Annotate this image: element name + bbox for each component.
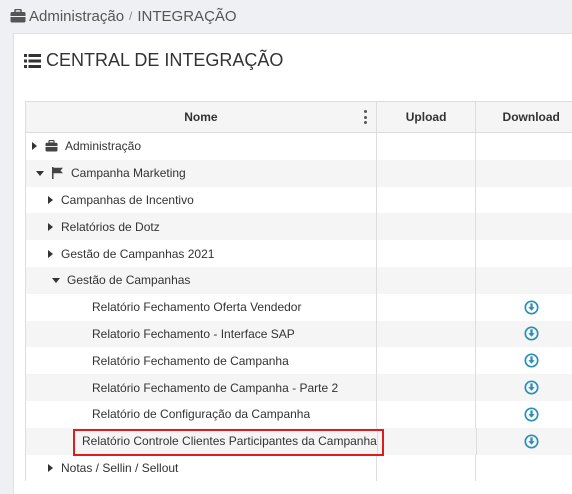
cell-name: Relatório Fechamento de Campanha - Parte…	[26, 374, 377, 401]
row-label: Relatório de Configuração da Campanha	[92, 407, 311, 422]
flag-icon	[52, 167, 63, 180]
cell-download	[476, 321, 572, 348]
breadcrumb-separator: /	[129, 9, 133, 23]
table-row[interactable]: Gestão de Campanhas	[26, 266, 572, 294]
row-label: Notas / Sellin / Sellout	[61, 460, 179, 475]
table-row[interactable]: Relatório de Configuração da Campanha	[26, 400, 572, 428]
cell-download	[476, 187, 572, 214]
cell-name: Relatório Fechamento de Campanha	[26, 347, 377, 375]
content-panel: CENTRAL DE INTEGRAÇÃO Nome Upload Downlo…	[13, 33, 572, 494]
cell-upload	[377, 240, 477, 267]
cell-name: Gestão de Campanhas	[26, 266, 377, 294]
row-label: Relatório Fechamento Oferta Vendedor	[92, 300, 302, 315]
row-label: Campanhas de Incentivo	[61, 192, 194, 207]
cell-upload	[377, 133, 477, 160]
cell-upload	[378, 427, 477, 455]
collapse-caret-icon[interactable]	[52, 277, 60, 283]
table-row[interactable]: Campanha Marketing	[26, 159, 572, 187]
integration-tree-grid: Nome Upload Download Administração Campan…	[25, 101, 572, 482]
briefcase-icon	[10, 9, 26, 23]
table-row[interactable]: Relatório Fechamento de Campanha	[26, 347, 572, 375]
column-header-name[interactable]: Nome	[26, 102, 377, 132]
cell-download	[476, 160, 572, 187]
list-icon	[24, 53, 41, 68]
breadcrumb: Administração / INTEGRAÇÃO	[10, 5, 237, 27]
page-title: CENTRAL DE INTEGRAÇÃO	[24, 50, 283, 71]
column-header-download[interactable]: Download	[476, 102, 572, 132]
row-label: Campanha Marketing	[71, 166, 186, 181]
cell-upload	[377, 400, 477, 428]
row-label: Relatório Fechamento de Campanha	[92, 353, 289, 368]
table-row[interactable]: Relatório Fechamento Oferta Vendedor	[26, 293, 572, 321]
table-row[interactable]: Campanhas de Incentivo	[26, 186, 572, 214]
table-row[interactable]: Relatório Fechamento de Campanha - Parte…	[26, 374, 572, 401]
cell-name: Gestão de Campanhas 2021	[26, 240, 377, 267]
cell-name: Relatorio Fechamento - Interface SAP	[26, 320, 377, 348]
column-header-name-label: Nome	[184, 110, 218, 124]
expand-caret-icon[interactable]	[48, 222, 53, 231]
table-row[interactable]: Gestão de Campanhas 2021	[26, 240, 572, 267]
column-header-download-label: Download	[502, 110, 560, 124]
grid-body: Administração Campanha Marketing Campanhas…	[26, 133, 572, 482]
cell-name: Relatório Controle Clientes Participante…	[26, 427, 378, 455]
grid-header: Nome Upload Download	[26, 102, 572, 133]
column-header-upload[interactable]: Upload	[377, 102, 477, 132]
row-label: Relatorio Fechamento - Interface SAP	[92, 326, 295, 341]
cell-upload	[377, 293, 477, 321]
page-title-text: CENTRAL DE INTEGRAÇÃO	[46, 50, 284, 70]
column-menu-icon[interactable]	[363, 110, 368, 124]
cell-download	[476, 240, 572, 267]
table-row[interactable]: Administração	[26, 133, 572, 160]
cell-name: Campanha Marketing	[26, 159, 377, 187]
column-header-upload-label: Upload	[405, 110, 447, 124]
row-label: Gestão de Campanhas 2021	[61, 246, 215, 261]
download-icon[interactable]	[524, 380, 539, 395]
cell-download	[476, 374, 572, 401]
expand-caret-icon[interactable]	[32, 142, 37, 151]
expand-caret-icon[interactable]	[48, 249, 53, 258]
briefcase-icon	[45, 140, 58, 152]
cell-download	[476, 267, 572, 294]
breadcrumb-parent[interactable]: Administração	[29, 8, 124, 25]
breadcrumb-current: INTEGRAÇÃO	[137, 7, 237, 25]
cell-upload	[377, 213, 477, 241]
cell-upload	[377, 159, 477, 187]
expand-caret-icon[interactable]	[48, 195, 53, 204]
download-icon[interactable]	[524, 326, 539, 341]
cell-download	[476, 213, 572, 240]
cell-download	[476, 455, 572, 482]
table-row[interactable]: Relatório Controle Clientes Participante…	[26, 427, 572, 455]
cell-upload	[377, 320, 477, 348]
download-icon[interactable]	[524, 353, 539, 368]
table-row[interactable]: Relatorio Fechamento - Interface SAP	[26, 320, 572, 348]
cell-name: Relatório de Configuração da Campanha	[26, 400, 377, 428]
row-label: Relatório Fechamento de Campanha - Parte…	[92, 380, 339, 395]
cell-download	[476, 294, 572, 321]
download-icon[interactable]	[524, 434, 539, 449]
cell-name: Relatório Fechamento Oferta Vendedor	[26, 293, 377, 321]
cell-name: Notas / Sellin / Sellout	[26, 454, 377, 482]
row-label: Relatórios de Dotz	[61, 219, 160, 234]
cell-upload	[377, 347, 477, 375]
table-row[interactable]: Relatórios de Dotz	[26, 213, 572, 241]
cell-download	[476, 347, 572, 374]
cell-upload	[377, 374, 477, 401]
row-label: Gestão de Campanhas	[67, 273, 191, 288]
cell-name: Campanhas de Incentivo	[26, 186, 377, 214]
collapse-caret-icon[interactable]	[36, 170, 44, 176]
cell-download	[477, 428, 572, 455]
table-row[interactable]: Notas / Sellin / Sellout	[26, 454, 572, 482]
download-icon[interactable]	[524, 300, 539, 315]
cell-upload	[377, 454, 477, 482]
download-icon[interactable]	[524, 407, 539, 422]
cell-download	[476, 133, 572, 160]
row-label: Relatório Controle Clientes Participante…	[82, 434, 377, 449]
cell-upload	[377, 186, 477, 214]
cell-download	[476, 401, 572, 428]
cell-upload	[377, 266, 477, 294]
row-label: Administração	[65, 139, 142, 154]
cell-name: Administração	[26, 133, 377, 160]
expand-caret-icon[interactable]	[48, 463, 53, 472]
cell-name: Relatórios de Dotz	[26, 213, 377, 241]
